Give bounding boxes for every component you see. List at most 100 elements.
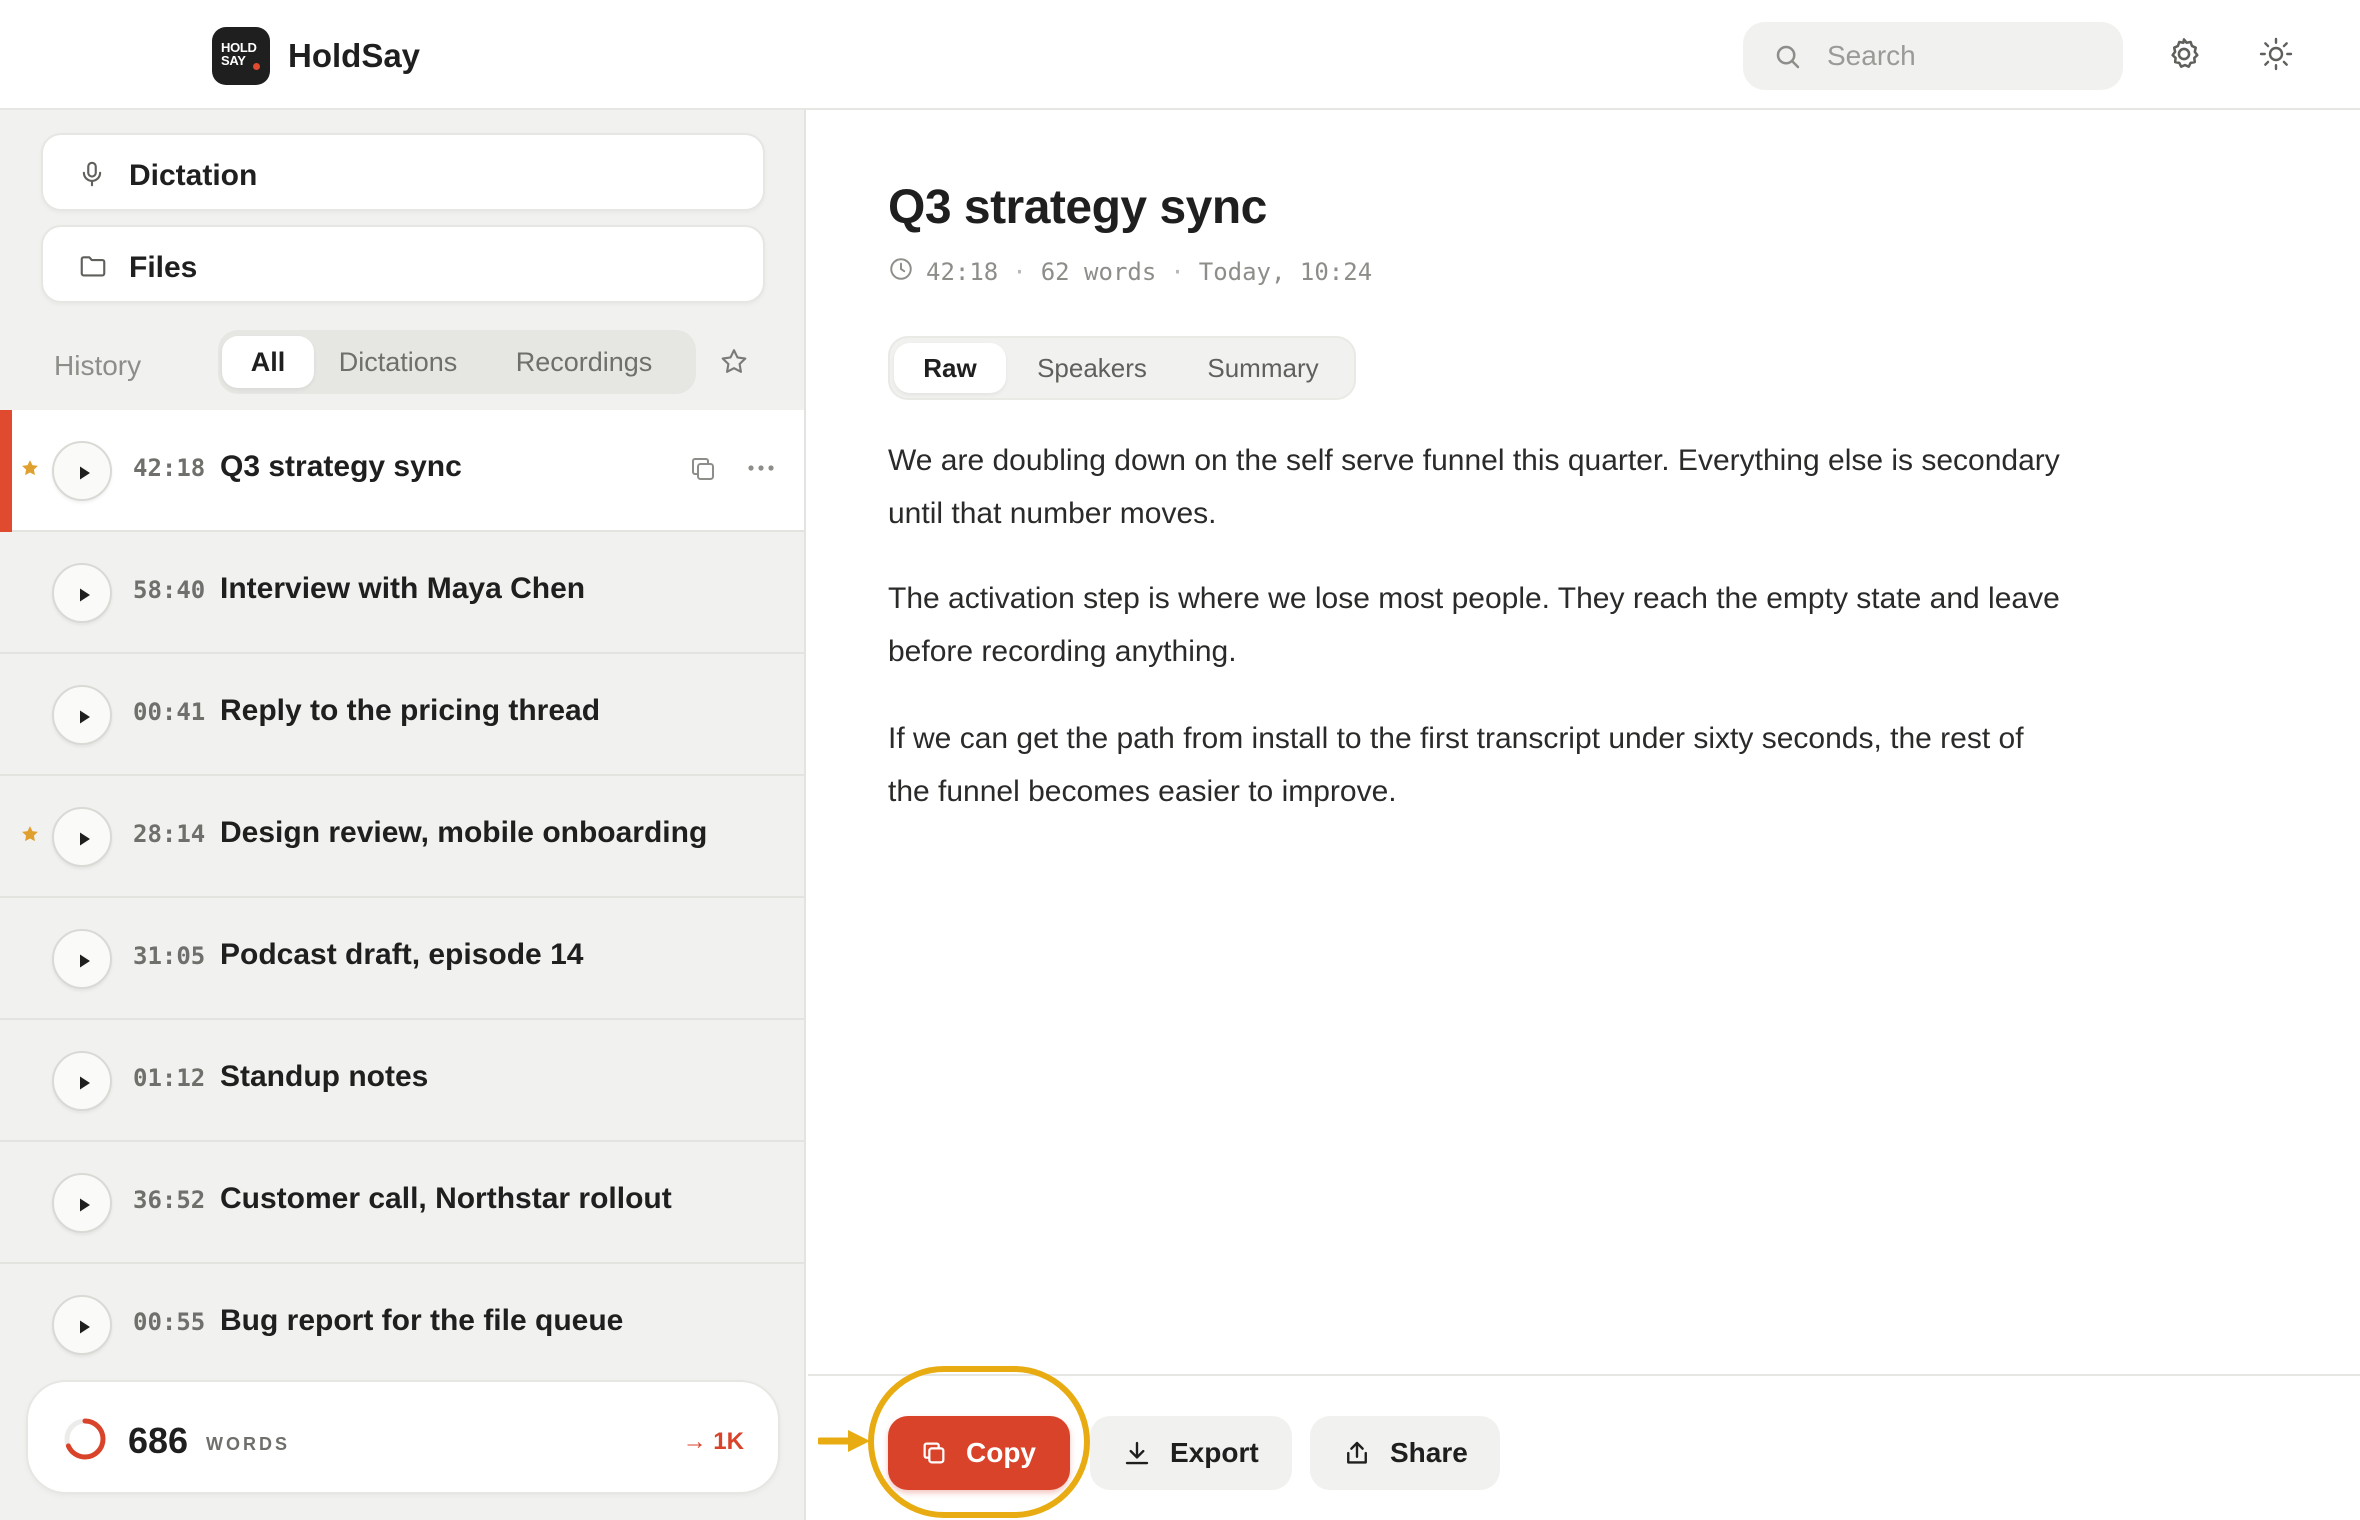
transcript-panel: Q3 strategy sync 42:18 · 62 words · Toda…	[808, 110, 2360, 1520]
document-date: Today, 10:24	[1198, 258, 1373, 286]
tab-raw[interactable]: Raw	[894, 343, 1006, 393]
history-row[interactable]: 01:12 Standup notes	[0, 1020, 804, 1142]
meta-separator: ·	[1012, 258, 1027, 286]
history-row[interactable]: 58:40 Interview with Maya Chen	[0, 532, 804, 654]
word-goal: → 1K	[682, 1428, 744, 1455]
search-input[interactable]	[1827, 22, 2107, 90]
item-duration: 00:41	[133, 698, 206, 726]
item-title: Customer call, Northstar rollout	[220, 1182, 672, 1215]
play-icon	[80, 466, 90, 480]
transcript-tabs: Raw Speakers Summary	[888, 336, 1356, 400]
search-box[interactable]	[1743, 22, 2123, 90]
play-icon	[80, 1198, 90, 1212]
gear-icon	[2165, 35, 2203, 78]
item-duration: 36:52	[133, 1186, 206, 1214]
microphone-icon	[77, 159, 107, 194]
dictation-label: Dictation	[129, 159, 258, 192]
history-row[interactable]: 31:05 Podcast draft, episode 14	[0, 898, 804, 1020]
share-button[interactable]: Share	[1310, 1416, 1500, 1490]
files-label: Files	[129, 251, 198, 284]
app-name: HoldSay	[288, 37, 421, 74]
logo-dot	[253, 63, 260, 70]
share-label: Share	[1390, 1437, 1468, 1468]
starred-filter-button[interactable]	[718, 346, 750, 383]
dictation-button[interactable]: Dictation	[41, 133, 765, 211]
item-duration: 00:55	[133, 1308, 206, 1336]
play-icon	[80, 1320, 90, 1334]
document-duration: 42:18	[926, 258, 999, 286]
word-counter: 686 WORDS → 1K	[26, 1380, 780, 1494]
history-row[interactable]: 00:55 Bug report for the file queue	[0, 1264, 804, 1386]
star-filled-icon	[20, 824, 40, 849]
item-duration: 58:40	[133, 576, 206, 604]
play-icon	[80, 832, 90, 846]
copy-icon[interactable]	[688, 454, 718, 489]
history-row[interactable]: 36:52 Customer call, Northstar rollout	[0, 1142, 804, 1264]
item-title: Design review, mobile onboarding	[220, 816, 708, 849]
document-meta: 42:18 · 62 words · Today, 10:24	[888, 256, 1372, 288]
tab-summary[interactable]: Summary	[1178, 343, 1348, 393]
play-icon	[80, 1076, 90, 1090]
star-outline-icon	[718, 349, 750, 382]
play-button[interactable]	[52, 1051, 112, 1111]
document-title: Q3 strategy sync	[888, 181, 1267, 234]
download-icon	[1125, 1441, 1149, 1465]
share-icon	[1347, 1441, 1367, 1464]
export-button[interactable]: Export	[1090, 1416, 1292, 1490]
play-button[interactable]	[52, 807, 112, 867]
item-title: Podcast draft, episode 14	[220, 938, 584, 971]
item-title: Reply to the pricing thread	[220, 694, 601, 727]
play-button[interactable]	[52, 929, 112, 989]
document-word-count: 62 words	[1040, 258, 1157, 286]
filter-recordings[interactable]: Recordings	[480, 336, 688, 388]
play-icon	[80, 954, 90, 968]
item-title: Bug report for the file queue	[220, 1304, 624, 1337]
clock-icon	[888, 256, 914, 288]
filter-dictations[interactable]: Dictations	[320, 336, 476, 388]
item-title: Interview with Maya Chen	[220, 572, 586, 605]
item-title: Standup notes	[220, 1060, 429, 1093]
transcript-paragraph: If we can get the path from install to t…	[888, 722, 2024, 808]
highlight-ring	[868, 1366, 1090, 1518]
word-count-value: 686	[128, 1420, 189, 1461]
folder-icon	[77, 251, 109, 286]
play-button[interactable]	[52, 685, 112, 745]
word-count-unit: WORDS	[206, 1434, 290, 1454]
filter-all[interactable]: All	[222, 336, 314, 388]
play-button[interactable]	[52, 441, 112, 501]
app-logo: HOLD SAY	[212, 27, 270, 85]
play-button[interactable]	[52, 1173, 112, 1233]
sidebar: Dictation Files History All Dictations R…	[0, 110, 806, 1520]
settings-button[interactable]	[2158, 30, 2210, 82]
top-bar: HOLD SAY HoldSay	[0, 0, 2360, 110]
selected-indicator	[0, 410, 12, 532]
history-row-selected[interactable]: 42:18 Q3 strategy sync	[0, 410, 804, 532]
logo-text-bottom: SAY	[221, 53, 246, 68]
play-button[interactable]	[52, 1295, 112, 1355]
history-label: History	[54, 350, 142, 381]
highlight-arrow-icon	[816, 1426, 874, 1461]
play-button[interactable]	[52, 563, 112, 623]
transcript-paragraph: The activation step is where we lose mos…	[888, 582, 2060, 668]
export-label: Export	[1170, 1437, 1259, 1468]
item-duration: 28:14	[133, 820, 206, 848]
history-row[interactable]: 28:14 Design review, mobile onboarding	[0, 776, 804, 898]
theme-toggle-button[interactable]	[2250, 30, 2302, 82]
item-duration: 31:05	[133, 942, 206, 970]
more-options-icon[interactable]	[746, 456, 776, 485]
files-button[interactable]: Files	[41, 225, 765, 303]
star-filled-icon	[20, 458, 40, 483]
transcript-paragraph: We are doubling down on the self serve f…	[888, 444, 2060, 530]
play-icon	[80, 710, 90, 724]
item-duration: 01:12	[133, 1064, 206, 1092]
item-duration: 42:18	[133, 454, 206, 482]
meta-separator: ·	[1170, 258, 1185, 286]
progress-ring-icon	[62, 1416, 108, 1467]
tab-speakers[interactable]: Speakers	[1012, 343, 1172, 393]
item-title: Q3 strategy sync	[220, 450, 462, 483]
history-row[interactable]: 00:41 Reply to the pricing thread	[0, 654, 804, 776]
sun-icon	[2258, 36, 2294, 77]
play-icon	[80, 588, 90, 602]
search-icon	[1773, 42, 1803, 77]
history-filter: All Dictations Recordings	[218, 330, 696, 394]
